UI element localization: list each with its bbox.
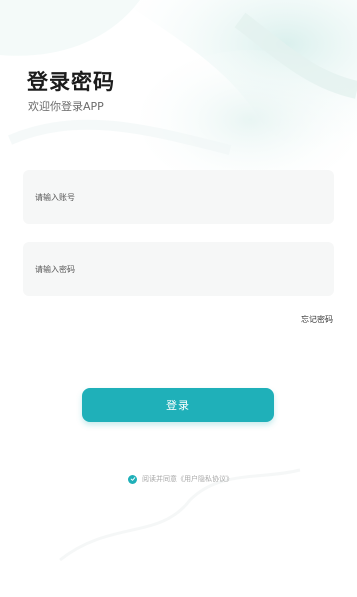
password-input[interactable] <box>23 242 334 296</box>
account-field-container <box>23 170 334 224</box>
check-circle-icon[interactable] <box>128 474 137 484</box>
forgot-password-link[interactable]: 忘记密码 <box>301 314 333 325</box>
login-button[interactable]: 登录 <box>82 388 274 422</box>
agreement-prefix: 阅读并同意 <box>142 475 177 483</box>
password-field-container <box>23 242 334 296</box>
privacy-agreement: 阅读并同意 《用户隐私协议》 <box>128 474 233 484</box>
account-input[interactable] <box>23 170 334 224</box>
page-title: 登录密码 <box>27 70 115 94</box>
privacy-policy-link[interactable]: 《用户隐私协议》 <box>177 474 233 484</box>
page-subtitle: 欢迎你登录APP <box>28 100 104 113</box>
